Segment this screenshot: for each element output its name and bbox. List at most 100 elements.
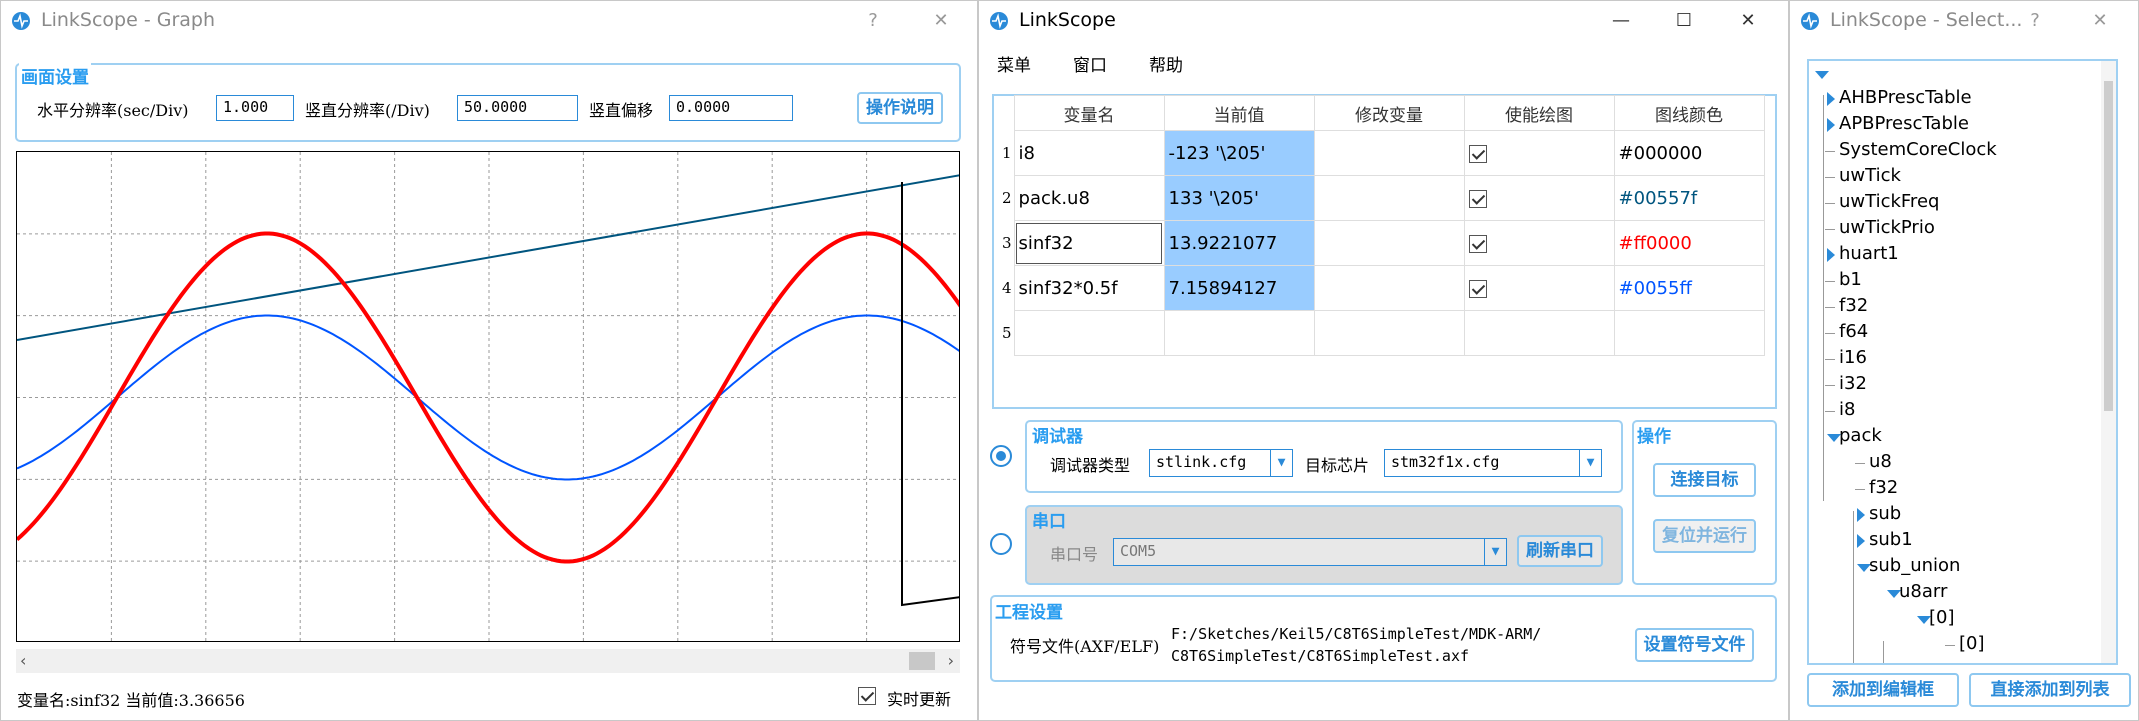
tree-item[interactable]: sub1 — [1869, 529, 1913, 550]
close-icon[interactable]: ✕ — [921, 7, 961, 35]
h-res-input[interactable]: 1.000 — [216, 95, 294, 121]
cell-value[interactable] — [1163, 310, 1315, 356]
close-icon[interactable]: ✕ — [1728, 7, 1768, 35]
scrollbar-thumb[interactable] — [909, 652, 935, 670]
cell-name[interactable]: pack.u8 — [1013, 175, 1165, 221]
menu-item-menu[interactable]: 菜单 — [997, 51, 1031, 76]
tree-item[interactable]: u8arr — [1899, 581, 1947, 602]
cell-color[interactable] — [1613, 310, 1765, 356]
cell-color[interactable]: #0055ff — [1613, 265, 1765, 311]
connect-target-button[interactable]: 连接目标 — [1653, 463, 1756, 497]
maximize-icon[interactable]: ☐ — [1664, 7, 1704, 35]
chevron-down-icon[interactable]: ▼ — [1270, 450, 1292, 476]
scroll-left-icon[interactable]: ‹ — [20, 651, 26, 670]
cell-modify[interactable] — [1313, 175, 1465, 221]
tree-item[interactable]: sub_union — [1869, 555, 1960, 576]
v-res-input[interactable]: 50.0000 — [457, 95, 578, 121]
reset-run-button[interactable]: 复位并运行 — [1653, 519, 1756, 553]
add-to-editor-button[interactable]: 添加到编辑框 — [1807, 673, 1959, 707]
tree-item[interactable]: [0] — [1959, 633, 1985, 654]
set-symbol-file-button[interactable]: 设置符号文件 — [1635, 628, 1754, 662]
cell-name[interactable]: sinf32*0.5f — [1013, 265, 1165, 311]
tree-item[interactable]: pack — [1839, 425, 1882, 446]
cell-name[interactable]: i8 — [1013, 130, 1165, 176]
cell-color[interactable]: #00557f — [1613, 175, 1765, 221]
horizontal-scrollbar[interactable]: ‹ › — [16, 649, 960, 673]
chevron-down-icon[interactable]: ▼ — [1484, 539, 1506, 565]
help-button[interactable]: 操作说明 — [857, 92, 943, 124]
cell-modify[interactable] — [1313, 265, 1465, 311]
add-to-list-button[interactable]: 直接添加到列表 — [1969, 673, 2131, 707]
plot-enable-checkbox[interactable] — [1468, 279, 1487, 298]
plot-enable-checkbox[interactable] — [1468, 189, 1487, 208]
tree-scrollbar-thumb[interactable] — [2104, 81, 2113, 411]
main-titlebar[interactable]: LinkScope — ☐ ✕ — [979, 1, 1788, 41]
cell-plot[interactable] — [1463, 310, 1615, 356]
cell-value[interactable]: 13.9221077 — [1163, 220, 1315, 266]
tree-collapsed-icon[interactable] — [1827, 118, 1835, 132]
close-icon[interactable]: ✕ — [2080, 7, 2120, 35]
tree-item[interactable]: uwTick — [1839, 165, 1901, 186]
debugger-type-select[interactable]: stlink.cfg ▼ — [1149, 449, 1293, 477]
tree-item[interactable]: AHBPrescTable — [1839, 87, 1972, 108]
column-header-modify[interactable]: 修改变量 — [1313, 95, 1465, 131]
cell-value[interactable]: 7.15894127 — [1163, 265, 1315, 311]
tree-expand-icon[interactable] — [1815, 71, 1829, 79]
column-header-color[interactable]: 图线颜色 — [1613, 95, 1765, 131]
cell-value[interactable]: -123 '\205' — [1163, 130, 1315, 176]
graph-titlebar[interactable]: LinkScope - Graph ? ✕ — [1, 1, 977, 41]
tree-collapsed-icon[interactable] — [1857, 534, 1865, 548]
cell-plot[interactable] — [1463, 130, 1615, 176]
cell-modify[interactable] — [1313, 310, 1465, 356]
serial-port-select[interactable]: COM5 ▼ — [1113, 538, 1507, 566]
column-header-name[interactable]: 变量名 — [1013, 95, 1165, 131]
tree-item[interactable]: i8 — [1839, 399, 1855, 420]
column-header-plot[interactable]: 使能绘图 — [1463, 95, 1615, 131]
v-offset-input[interactable]: 0.0000 — [669, 95, 793, 121]
table-row[interactable]: 2 pack.u8 133 '\205' #00557f — [1000, 175, 1765, 221]
cell-value[interactable]: 133 '\205' — [1163, 175, 1315, 221]
cell-modify[interactable] — [1313, 220, 1465, 266]
tree-collapsed-icon[interactable] — [1827, 248, 1835, 262]
chevron-down-icon[interactable]: ▼ — [1579, 450, 1601, 476]
cell-modify[interactable] — [1313, 130, 1465, 176]
menu-item-window[interactable]: 窗口 — [1073, 51, 1107, 76]
plot-enable-checkbox[interactable] — [1468, 234, 1487, 253]
tree-item[interactable]: uwTickPrio — [1839, 217, 1935, 238]
tree-collapsed-icon[interactable] — [1857, 508, 1865, 522]
table-row[interactable]: 4 sinf32*0.5f 7.15894127 #0055ff — [1000, 265, 1765, 311]
tree-item[interactable]: u8 — [1869, 451, 1892, 472]
plot-enable-checkbox[interactable] — [1468, 144, 1487, 163]
cell-name[interactable]: sinf32 — [1013, 220, 1165, 266]
tree-item[interactable]: f32 — [1839, 295, 1868, 316]
menu-item-help[interactable]: 帮助 — [1149, 51, 1183, 76]
realtime-checkbox[interactable] — [858, 687, 876, 705]
table-row[interactable]: 5 — [1000, 310, 1765, 356]
tree-item[interactable]: sub — [1869, 503, 1901, 524]
tree-item[interactable]: huart1 — [1839, 243, 1899, 264]
help-icon[interactable]: ? — [853, 7, 893, 35]
cell-plot[interactable] — [1463, 220, 1615, 266]
cell-plot[interactable] — [1463, 175, 1615, 221]
select-titlebar[interactable]: LinkScope - Select... ? ✕ — [1790, 1, 2138, 41]
cell-color[interactable]: #000000 — [1613, 130, 1765, 176]
tree-collapsed-icon[interactable] — [1827, 92, 1835, 106]
tree-item[interactable]: i32 — [1839, 373, 1867, 394]
tree-item[interactable]: APBPrescTable — [1839, 113, 1969, 134]
help-icon[interactable]: ? — [2015, 7, 2055, 35]
tree-item[interactable]: f32 — [1869, 477, 1898, 498]
cell-plot[interactable] — [1463, 265, 1615, 311]
minimize-icon[interactable]: — — [1601, 7, 1641, 35]
tree-item[interactable]: uwTickFreq — [1839, 191, 1939, 212]
target-chip-select[interactable]: stm32f1x.cfg ▼ — [1384, 449, 1602, 477]
column-header-value[interactable]: 当前值 — [1163, 95, 1315, 131]
refresh-serial-button[interactable]: 刷新串口 — [1517, 535, 1603, 567]
table-row[interactable]: 3 sinf32 13.9221077 #ff0000 — [1000, 220, 1765, 266]
serial-radio[interactable] — [990, 533, 1012, 555]
debugger-radio[interactable] — [990, 445, 1012, 467]
tree-item[interactable]: f64 — [1839, 321, 1868, 342]
scroll-right-icon[interactable]: › — [948, 651, 954, 670]
cell-color[interactable]: #ff0000 — [1613, 220, 1765, 266]
tree-item[interactable]: [0] — [1929, 607, 1955, 628]
tree-vertical-scrollbar[interactable] — [2101, 61, 2116, 663]
